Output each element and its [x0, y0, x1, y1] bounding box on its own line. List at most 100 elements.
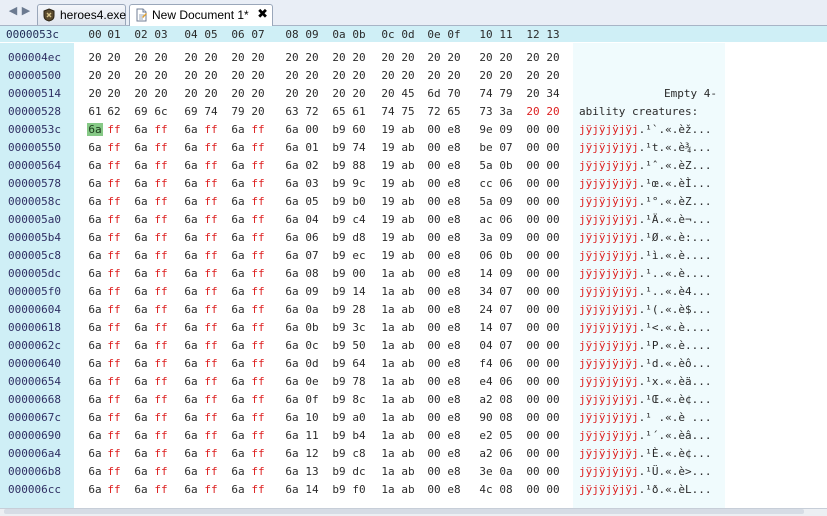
- hex-byte[interactable]: ab: [400, 249, 416, 262]
- hex-byte[interactable]: 6a: [87, 213, 103, 226]
- hex-byte[interactable]: 00: [545, 267, 561, 280]
- hex-byte[interactable]: b9: [331, 177, 347, 190]
- hex-byte[interactable]: 6a: [87, 411, 103, 424]
- hex-byte[interactable]: 00: [545, 285, 561, 298]
- hex-byte[interactable]: b9: [331, 483, 347, 496]
- hex-byte[interactable]: ab: [400, 393, 416, 406]
- hex-byte[interactable]: 08: [498, 483, 514, 496]
- hex-byte[interactable]: 6a: [284, 195, 300, 208]
- hex-byte[interactable]: 6a: [133, 465, 149, 478]
- hex-byte[interactable]: 00: [525, 141, 541, 154]
- row-text[interactable]: jÿjÿjÿjÿj.¹´.«.èâ...: [579, 429, 711, 442]
- hex-byte[interactable]: 20: [250, 105, 266, 118]
- row-text[interactable]: jÿjÿjÿjÿj.¹ð.«.èL...: [579, 483, 711, 496]
- hex-byte[interactable]: 6a: [230, 447, 246, 460]
- hex-byte[interactable]: e8: [446, 159, 462, 172]
- hex-byte[interactable]: b9: [331, 465, 347, 478]
- hex-byte[interactable]: 6a: [183, 321, 199, 334]
- hex-byte[interactable]: 6a: [230, 465, 246, 478]
- hex-byte[interactable]: 14: [351, 285, 367, 298]
- hex-byte[interactable]: e8: [446, 429, 462, 442]
- hex-byte[interactable]: ff: [250, 339, 266, 352]
- hex-byte[interactable]: 6a: [230, 231, 246, 244]
- hex-byte[interactable]: a0: [351, 411, 367, 424]
- hex-byte[interactable]: 20: [400, 69, 416, 82]
- hex-byte[interactable]: ff: [250, 465, 266, 478]
- hex-byte[interactable]: 5a: [478, 159, 494, 172]
- hex-byte[interactable]: 19: [380, 159, 396, 172]
- hex-byte[interactable]: e8: [446, 303, 462, 316]
- row-text[interactable]: jÿjÿjÿjÿj.¹t.«.è¾...: [579, 141, 711, 154]
- hex-byte[interactable]: ff: [250, 357, 266, 370]
- hex-byte[interactable]: e8: [446, 267, 462, 280]
- hex-byte[interactable]: 00: [545, 447, 561, 460]
- hex-byte[interactable]: 20: [380, 51, 396, 64]
- hex-byte[interactable]: 20: [304, 87, 320, 100]
- hex-byte[interactable]: 6a: [183, 195, 199, 208]
- hex-byte[interactable]: 65: [446, 105, 462, 118]
- hex-byte[interactable]: e8: [446, 141, 462, 154]
- hex-byte[interactable]: 6a: [230, 213, 246, 226]
- hex-byte[interactable]: 20: [498, 69, 514, 82]
- hex-byte[interactable]: ff: [250, 213, 266, 226]
- hex-byte[interactable]: 6a: [183, 357, 199, 370]
- hex-byte[interactable]: 79: [498, 87, 514, 100]
- hex-byte[interactable]: ff: [203, 321, 219, 334]
- hex-byte[interactable]: 00: [545, 375, 561, 388]
- hex-byte[interactable]: 6a: [133, 447, 149, 460]
- hex-byte[interactable]: c4: [351, 213, 367, 226]
- hex-byte[interactable]: ac: [478, 213, 494, 226]
- hex-byte[interactable]: 6a: [183, 123, 199, 136]
- hex-byte[interactable]: 6a: [133, 177, 149, 190]
- hex-byte[interactable]: b9: [331, 411, 347, 424]
- hex-byte[interactable]: ab: [400, 339, 416, 352]
- hex-byte[interactable]: ff: [250, 483, 266, 496]
- hex-byte[interactable]: 00: [426, 465, 442, 478]
- hex-byte[interactable]: 20: [446, 51, 462, 64]
- hex-byte[interactable]: ff: [106, 465, 122, 478]
- hex-byte[interactable]: 6a: [284, 303, 300, 316]
- hex-byte[interactable]: 6a: [87, 375, 103, 388]
- hex-byte[interactable]: 07: [498, 303, 514, 316]
- hex-byte[interactable]: 6a: [284, 267, 300, 280]
- row-text[interactable]: jÿjÿjÿjÿj.¹œ.«.èÌ...: [579, 177, 711, 190]
- hex-byte[interactable]: ff: [106, 429, 122, 442]
- hex-byte[interactable]: 1a: [380, 375, 396, 388]
- hex-byte[interactable]: 69: [133, 105, 149, 118]
- hex-byte[interactable]: 6a: [133, 483, 149, 496]
- hex-byte[interactable]: 34: [478, 285, 494, 298]
- hex-byte[interactable]: 00: [525, 375, 541, 388]
- row-text[interactable]: jÿjÿjÿjÿj.¹Œ.«.è¢...: [579, 393, 711, 406]
- hex-byte[interactable]: b9: [331, 447, 347, 460]
- hex-byte[interactable]: 6c: [153, 105, 169, 118]
- hex-byte[interactable]: 6a: [133, 375, 149, 388]
- row-text[interactable]: jÿjÿjÿjÿj.¹..«.è4...: [579, 285, 711, 298]
- hex-byte[interactable]: ff: [203, 393, 219, 406]
- hex-byte[interactable]: ff: [250, 429, 266, 442]
- hex-byte[interactable]: ff: [153, 321, 169, 334]
- hex-byte[interactable]: 00: [525, 249, 541, 262]
- hex-byte[interactable]: 6a: [87, 123, 103, 136]
- hex-byte[interactable]: 00: [545, 177, 561, 190]
- hex-byte[interactable]: b9: [331, 231, 347, 244]
- hex-byte[interactable]: 6a: [87, 429, 103, 442]
- hex-byte[interactable]: 05: [304, 195, 320, 208]
- hex-byte[interactable]: 00: [426, 213, 442, 226]
- hex-byte[interactable]: 00: [545, 339, 561, 352]
- hex-byte[interactable]: 6a: [230, 357, 246, 370]
- hex-byte[interactable]: 00: [426, 393, 442, 406]
- hex-byte[interactable]: 00: [545, 123, 561, 136]
- hex-byte[interactable]: 00: [545, 195, 561, 208]
- hex-byte[interactable]: 20: [545, 69, 561, 82]
- hex-byte[interactable]: 00: [426, 411, 442, 424]
- hex-byte[interactable]: ff: [153, 159, 169, 172]
- hex-byte[interactable]: 6a: [87, 393, 103, 406]
- hex-byte[interactable]: ff: [203, 411, 219, 424]
- row-text[interactable]: jÿjÿjÿjÿj.¹È.«.è¢...: [579, 447, 711, 460]
- hex-byte[interactable]: ff: [106, 177, 122, 190]
- hex-byte[interactable]: 6a: [133, 231, 149, 244]
- hex-byte[interactable]: ff: [250, 285, 266, 298]
- hex-byte[interactable]: 73: [478, 105, 494, 118]
- hex-byte[interactable]: 6a: [183, 285, 199, 298]
- hex-byte[interactable]: ff: [106, 159, 122, 172]
